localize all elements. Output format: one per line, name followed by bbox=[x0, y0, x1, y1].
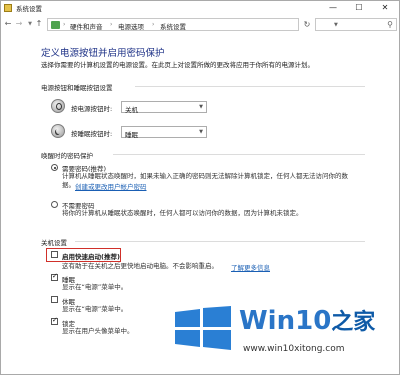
close-button[interactable]: ✕ bbox=[373, 1, 397, 15]
system-settings-window: 系统设置 — ☐ ✕ ← → ▼ ↑ › 硬件和声音 › 电源选项 › 系统设置… bbox=[0, 0, 400, 375]
watermark-brand: Win10之家 bbox=[239, 304, 375, 336]
page-description: 选择你需要的计算机设置的电源设置。在此页上对设置所做的更改将应用于你所有的电源计… bbox=[41, 61, 314, 69]
chevron-down-icon: ▼ bbox=[199, 129, 203, 135]
group-title-password: 唤醒时的密码保护 bbox=[41, 152, 93, 160]
sleep-button-value: 睡眠 bbox=[125, 131, 138, 139]
fast-startup-checkbox[interactable] bbox=[51, 251, 58, 258]
breadcrumb-system-settings[interactable]: 系统设置 bbox=[160, 21, 186, 31]
sleep-button-label: 按睡眠按钮时: bbox=[71, 130, 113, 138]
power-button-select[interactable]: 关机 ▼ bbox=[121, 101, 207, 114]
title-bar: 系统设置 — ☐ ✕ bbox=[1, 1, 399, 15]
refresh-icon[interactable]: ↻ bbox=[301, 19, 313, 30]
maximize-button[interactable]: ☐ bbox=[347, 1, 371, 15]
back-arrow-icon[interactable]: ← bbox=[3, 18, 13, 30]
power-icon bbox=[51, 99, 65, 113]
divider bbox=[135, 86, 365, 87]
search-input[interactable]: ⚲ bbox=[315, 18, 397, 31]
learn-more-link[interactable]: 了解更多信息 bbox=[231, 262, 270, 272]
minimize-button[interactable]: — bbox=[321, 1, 345, 15]
power-button-value: 关机 bbox=[125, 106, 138, 114]
search-icon: ⚲ bbox=[387, 20, 393, 29]
app-icon bbox=[4, 4, 12, 12]
require-password-desc: 据。 bbox=[62, 181, 75, 189]
control-panel-icon bbox=[51, 21, 60, 29]
sleep-option-desc: 显示在“电源”菜单中。 bbox=[62, 283, 128, 291]
windows-logo-icon bbox=[175, 306, 231, 350]
hibernate-checkbox[interactable] bbox=[51, 296, 58, 303]
require-password-desc: 计算机从睡眠状态唤醒时，如果未输入正确的密码则无法解除计算机锁定，任何人都无法访… bbox=[62, 172, 348, 180]
breadcrumb-power-options[interactable]: 电源选项 bbox=[118, 21, 144, 31]
breadcrumb-separator: › bbox=[110, 21, 113, 28]
window-title: 系统设置 bbox=[16, 5, 42, 13]
breadcrumb-separator: › bbox=[63, 21, 66, 28]
divider bbox=[75, 241, 365, 242]
forward-arrow-icon[interactable]: → bbox=[14, 18, 24, 30]
address-bar[interactable]: › 硬件和声音 › 电源选项 › 系统设置 ▼ bbox=[47, 18, 338, 31]
fast-startup-label[interactable]: 启用快速启动(推荐) bbox=[62, 251, 120, 261]
sleep-checkbox[interactable] bbox=[51, 272, 58, 281]
chevron-down-icon: ▼ bbox=[199, 104, 203, 110]
breadcrumb-separator: › bbox=[152, 21, 155, 28]
no-password-radio[interactable] bbox=[51, 201, 58, 208]
create-password-link[interactable]: 创建或更改用户帐户密码 bbox=[75, 181, 147, 191]
power-button-label: 按电源按钮时: bbox=[71, 105, 113, 113]
sleep-button-select[interactable]: 睡眠 ▼ bbox=[121, 126, 207, 139]
no-password-desc: 将你的计算机从睡眠状态唤醒时，任何人都可以访问你的数据，因为计算机未锁定。 bbox=[62, 209, 303, 217]
divider bbox=[113, 154, 365, 155]
lock-checkbox[interactable] bbox=[51, 316, 58, 325]
up-arrow-icon[interactable]: ↑ bbox=[34, 18, 44, 30]
navigation-bar: ← → ▼ ↑ › 硬件和声音 › 电源选项 › 系统设置 ▼ ↻ ⚲ bbox=[1, 16, 399, 32]
hibernate-option-desc: 显示在“电源”菜单中。 bbox=[62, 305, 128, 313]
fast-startup-desc: 这有助于在关机之后更快地启动电脑。不会影响重启。 bbox=[62, 262, 218, 270]
sleep-icon bbox=[51, 124, 65, 138]
watermark-brand-suffix: 之家 bbox=[331, 310, 376, 335]
group-title-shutdown: 关机设置 bbox=[41, 239, 67, 247]
group-title-buttons: 电源按钮和睡眠按钮设置 bbox=[41, 84, 113, 92]
breadcrumb-hardware-sound[interactable]: 硬件和声音 bbox=[70, 21, 103, 31]
lock-option-desc: 显示在用户头像菜单中。 bbox=[62, 327, 134, 335]
watermark-url: www.win10xitong.com bbox=[243, 344, 345, 354]
require-password-radio[interactable] bbox=[51, 164, 58, 171]
watermark: Win10之家 www.win10xitong.com bbox=[173, 298, 399, 374]
watermark-brand-name: Win10 bbox=[239, 306, 332, 336]
page-title: 定义电源按钮并启用密码保护 bbox=[41, 48, 165, 59]
